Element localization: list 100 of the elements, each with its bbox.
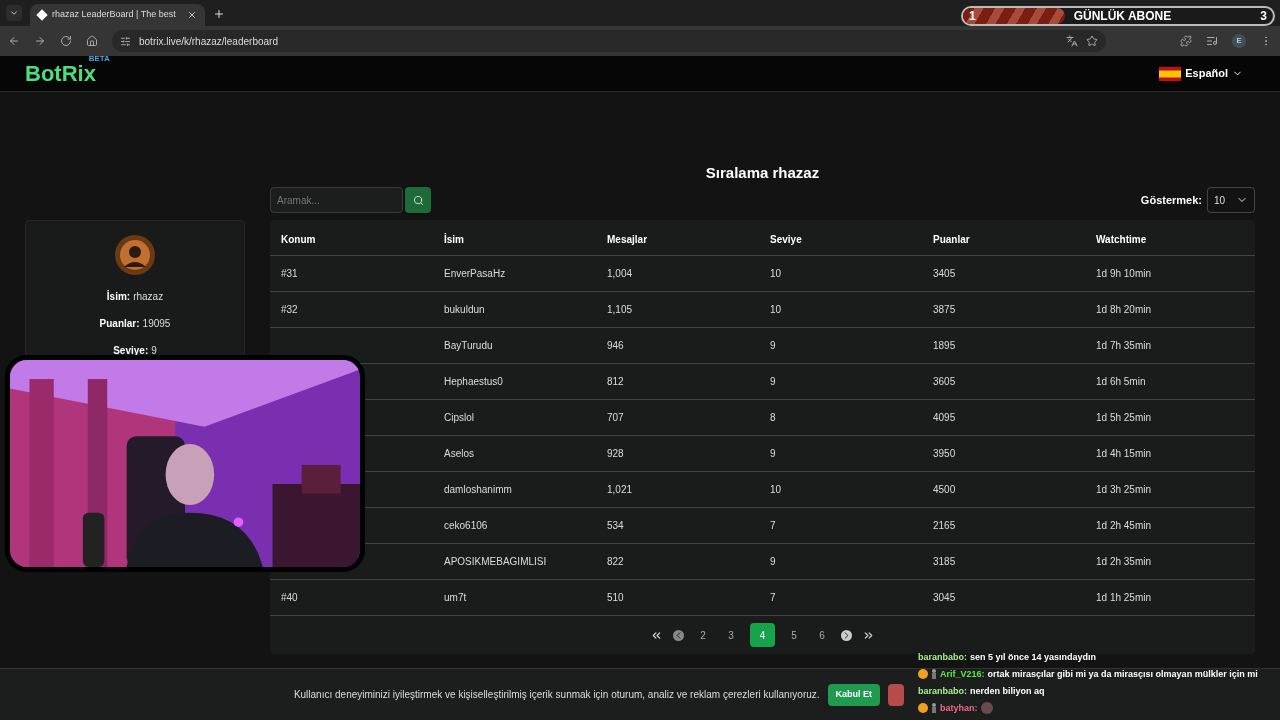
table-cell: 9 (770, 556, 776, 567)
previous-page-icon[interactable] (673, 629, 684, 641)
table-cell: 946 (607, 340, 624, 351)
search-field[interactable]: Aramak... (270, 187, 403, 213)
media-icon[interactable] (1206, 35, 1218, 47)
column-header: İsim (444, 233, 464, 245)
goal-start: 1 (969, 8, 976, 24)
table-cell: 1,105 (607, 304, 633, 315)
translate-icon[interactable] (1066, 35, 1078, 47)
table-cell: 8 (770, 412, 776, 423)
profile-value: 9 (151, 344, 157, 358)
chat-message: sen 5 yıl önce 14 yasındaydın (970, 651, 1097, 664)
table-cell: 4095 (933, 412, 956, 423)
table-cell: EnverPasaHz (444, 268, 506, 279)
bookmark-icon[interactable] (1086, 35, 1098, 47)
profile-label: Seviye: (113, 344, 149, 358)
column-header: Seviye (770, 233, 802, 245)
show-label: Göstermek: (1140, 192, 1202, 208)
person-icon (931, 669, 937, 679)
person-icon (931, 703, 937, 713)
table-cell: 1d 5h 25min (1096, 412, 1152, 423)
avatar (115, 235, 155, 275)
address-bar[interactable]: botrix.live/k/rhazaz/leaderboard (112, 30, 1106, 52)
table-cell: 10 (770, 268, 782, 279)
home-icon[interactable] (86, 35, 98, 47)
table-cell: 3950 (933, 448, 956, 459)
table-cell: Aselos (444, 448, 474, 459)
table-cell: 1d 7h 35min (1096, 340, 1152, 351)
column-header: Mesajlar (607, 233, 648, 245)
table-cell: 510 (607, 592, 624, 603)
table-cell: 1d 9h 10min (1096, 268, 1152, 279)
extensions-icon[interactable] (1180, 35, 1192, 47)
page-button[interactable]: 3 (722, 623, 740, 647)
profile-label: Puanlar: (99, 317, 140, 331)
table-cell: 1895 (933, 340, 956, 351)
table-cell: 822 (607, 556, 624, 567)
site-icon (36, 9, 48, 21)
chevron-down-icon (9, 8, 19, 18)
table-cell: 1,004 (607, 268, 633, 279)
table-cell: Hephaestus0 (444, 376, 503, 387)
table-cell: 1d 8h 20min (1096, 304, 1152, 315)
goal-end: 3 (1260, 8, 1267, 24)
chat-message: ortak mirasçılar gibi mi ya da mirasçısı olmayan mülkler için mi (987, 668, 1258, 681)
chat-username: Arif_V216: (940, 668, 985, 681)
page-size-select[interactable]: 10 (1207, 187, 1255, 213)
tab-list-button[interactable] (6, 5, 22, 21)
table-cell: 928 (607, 448, 624, 459)
table-cell: 3405 (933, 268, 956, 279)
chat-message: nerden biliyon aq (970, 685, 1045, 698)
page-button[interactable]: 2 (694, 623, 712, 647)
table-cell: 7 (770, 520, 776, 531)
chat-username: batyhan: (940, 702, 978, 715)
table-cell: 1d 2h 35min (1096, 556, 1152, 567)
table-cell: 1,021 (607, 484, 633, 495)
table-cell: 1d 4h 15min (1096, 448, 1152, 459)
page-title: Sıralama rhazaz (704, 163, 821, 183)
forward-icon[interactable] (34, 35, 46, 47)
table-cell: 9 (770, 376, 776, 387)
reload-icon[interactable] (60, 35, 72, 47)
table-cell: 1d 1h 25min (1096, 592, 1152, 603)
column-header: Watchtime (1096, 233, 1147, 245)
goal-label: GÜNLÜK ABONE (1073, 8, 1172, 24)
profile-value: 19095 (142, 317, 171, 331)
table-cell: 3045 (933, 592, 956, 603)
url-text: botrix.live/k/rhazaz/leaderboard (139, 34, 278, 49)
table-cell: 3875 (933, 304, 956, 315)
table-cell: 7 (770, 592, 776, 603)
table-cell: damloshanimm (444, 484, 512, 495)
table-cell: 10 (770, 484, 782, 495)
chat-username: baranbabo: (918, 651, 967, 664)
table-cell: 1d 3h 25min (1096, 484, 1152, 495)
back-icon[interactable] (8, 35, 20, 47)
table-cell: um7t (444, 592, 467, 603)
table-cell: 3605 (933, 376, 956, 387)
search-button[interactable] (405, 187, 431, 213)
column-header: Konum (281, 233, 316, 245)
language-dropdown[interactable]: Español (1159, 65, 1243, 82)
accept-button[interactable]: Kabul Et (827, 683, 881, 706)
page-button[interactable]: 6 (813, 623, 831, 647)
table-cell: APOSIKMEBAGIMLISI (444, 556, 547, 567)
table-cell: 812 (607, 376, 624, 387)
profile-label: İsim: (106, 289, 131, 304)
table-cell: 10 (770, 304, 782, 315)
next-page-icon[interactable] (841, 629, 852, 641)
table-cell: #32 (281, 304, 298, 315)
close-icon[interactable] (187, 10, 197, 20)
table-cell: Cipslol (444, 412, 474, 423)
site-settings-icon[interactable] (120, 35, 131, 47)
chat-username: baranbabo: (918, 685, 967, 698)
new-tab-icon[interactable] (213, 8, 225, 20)
table-cell: #40 (281, 592, 298, 603)
table-cell: BayTurudu (444, 340, 493, 351)
reject-button[interactable] (888, 683, 905, 706)
table-cell: 3185 (933, 556, 956, 567)
profile-value: rhazaz (133, 290, 164, 304)
browser-tab[interactable]: rhazaz LeaderBoard | The best (30, 4, 205, 26)
page-button[interactable]: 5 (785, 623, 803, 647)
table-cell: #31 (281, 268, 298, 279)
cookie-text: Kullanıcı deneyiminizi iyileştirmek ve kişiselleştirilmiş içerik sunmak için oturum, analiz ve reklam çerezleri kullanıyoruz. (293, 688, 820, 702)
table-cell: 534 (607, 520, 624, 531)
